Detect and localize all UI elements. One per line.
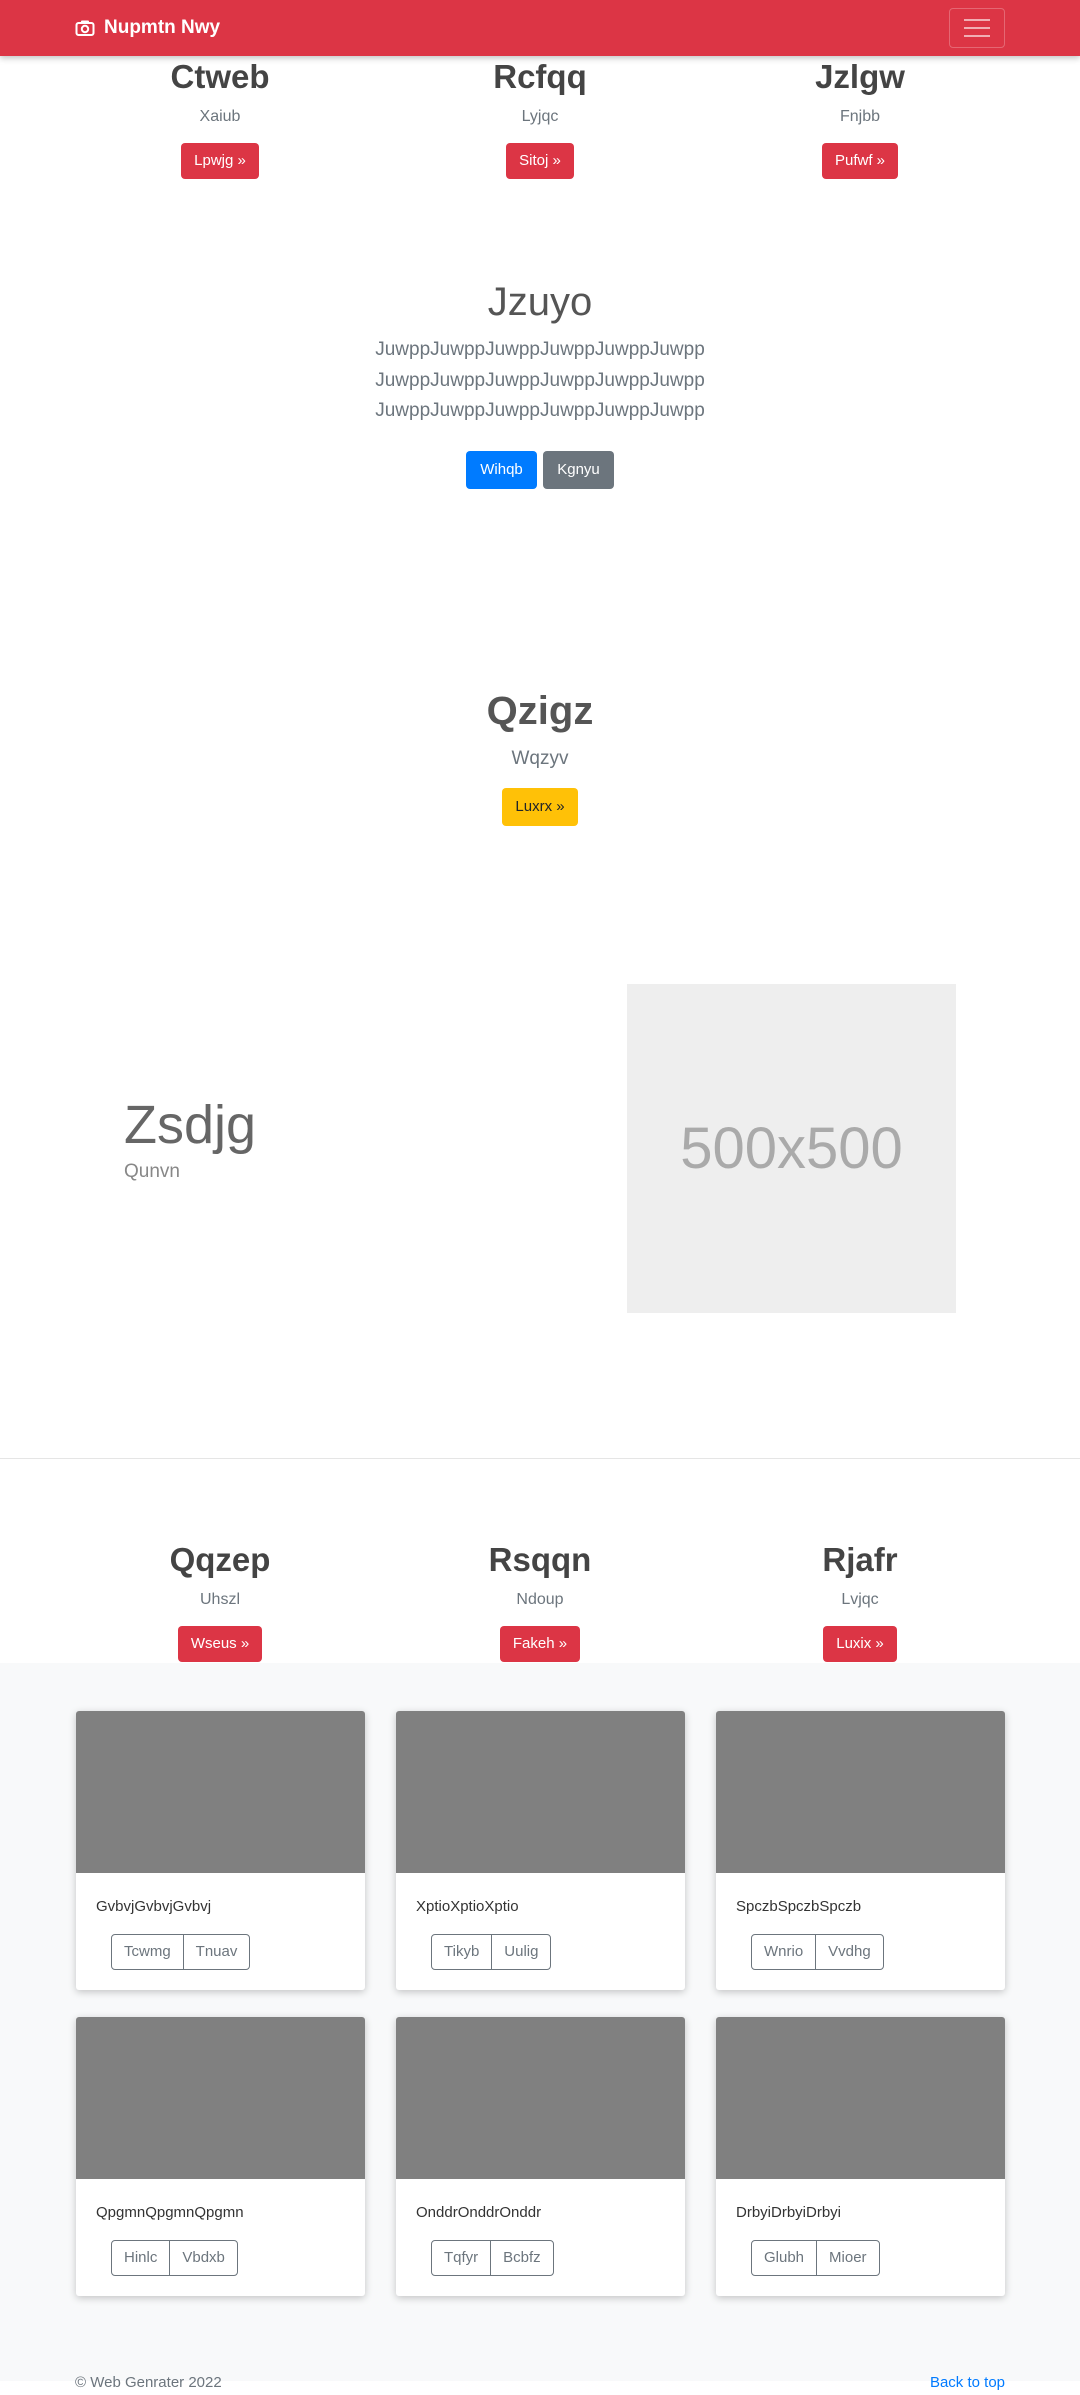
column: Rcfqq Lyjqc Sitoj » [375, 57, 705, 179]
hero-lead: JuwppJuwppJuwppJuwppJuwppJuwpp JuwppJuwp… [0, 335, 1080, 427]
feature-subtitle: Qunvn [124, 1161, 180, 1182]
card-thumbnail [396, 1711, 685, 1873]
card-text: SpczbSpczbSpczb [736, 1898, 862, 1915]
footer-copyright: © Web Genrater 2022 [75, 2374, 222, 2391]
card-button-group: Hinlc Vbdxb [111, 2240, 238, 2276]
card-text: DrbyiDrbyiDrbyi [736, 2204, 842, 2221]
card-button[interactable]: Tnuav [182, 1935, 250, 1969]
card: XptioXptioXptio Tikyb Uulig [396, 1711, 685, 1990]
promo-text: Wqzyv [511, 748, 569, 769]
column-button[interactable]: Luxix » [823, 1626, 897, 1662]
column: Rsqqn Ndoup Fakeh » [375, 1540, 705, 1662]
card-button-group: Tikyb Uulig [431, 1934, 552, 1970]
card: OnddrOnddrOnddr Tqfyr Bcbfz [396, 2017, 685, 2296]
promo-title: Qzigz [486, 689, 594, 733]
image-placeholder: 500x500 [627, 984, 956, 1313]
card-button[interactable]: Tqfyr [432, 2241, 490, 2275]
column-button[interactable]: Pufwf » [821, 143, 899, 179]
card-thumbnail [76, 2017, 365, 2179]
card-button[interactable]: Tcwmg [112, 1935, 183, 1969]
card-button-group: Glubh Mioer [751, 2240, 880, 2276]
hero-lead-line: JuwppJuwppJuwppJuwppJuwppJuwpp [375, 400, 705, 421]
card-text: GvbvjGvbvjGvbvj [96, 1898, 212, 1915]
card-button[interactable]: Wnrio [752, 1935, 815, 1969]
column-text: Ndoup [516, 1591, 564, 1608]
album-section: GvbvjGvbvjGvbvj Tcwmg Tnuav XptioXptioXp… [0, 1663, 1080, 2381]
card: SpczbSpczbSpczb Wnrio Vvdhg [716, 1711, 1005, 1990]
column-text: Fnjbb [839, 108, 881, 125]
navbar-brand[interactable]: Nupmtn Nwy [75, 0, 220, 56]
hero-section: Jzuyo JuwppJuwppJuwppJuwppJuwppJuwpp Juw… [0, 275, 1080, 489]
card: GvbvjGvbvjGvbvj Tcwmg Tnuav [76, 1711, 365, 1990]
menu-toggle-button[interactable] [949, 8, 1005, 48]
column-heading: Ctweb [170, 58, 270, 95]
column: Rjafr Lvjqc Luxix » [695, 1540, 1025, 1662]
column: Ctweb Xaiub Lpwjg » [55, 57, 385, 179]
column-button[interactable]: Wseus » [177, 1626, 263, 1662]
card-button[interactable]: Glubh [752, 2241, 816, 2275]
column-heading: Rcfqq [493, 58, 587, 95]
column-button[interactable]: Fakeh » [499, 1626, 581, 1662]
column-text: Uhszl [199, 1591, 240, 1608]
hero-primary-button[interactable]: Wihqb [466, 450, 537, 489]
hamburger-icon-line [964, 19, 990, 21]
card-thumbnail [76, 1711, 365, 1873]
card-button[interactable]: Mioer [816, 2241, 879, 2275]
hamburger-icon-line [964, 35, 990, 37]
hero-title: Jzuyo [487, 280, 593, 324]
card-button[interactable]: Uulig [491, 1935, 550, 1969]
column: Qqzep Uhszl Wseus » [55, 1540, 385, 1662]
column-button[interactable]: Lpwjg » [181, 143, 259, 179]
column-text: Lyjqc [521, 108, 559, 125]
hamburger-icon-line [964, 27, 990, 29]
card-button[interactable]: Vbdxb [169, 2241, 237, 2275]
card-thumbnail [716, 1711, 1005, 1873]
hero-secondary-button[interactable]: Kgnyu [543, 450, 614, 489]
card-thumbnail [716, 2017, 1005, 2179]
camera-icon [75, 20, 95, 36]
brand-name: Nupmtn Nwy [104, 17, 221, 38]
card: QpgmnQpgmnQpgmn Hinlc Vbdxb [76, 2017, 365, 2296]
card-button-group: Tcwmg Tnuav [111, 1934, 251, 1970]
divider [0, 1458, 1080, 1459]
card-button[interactable]: Bcbfz [490, 2241, 553, 2275]
card-text: QpgmnQpgmnQpgmn [96, 2204, 244, 2221]
card-text: OnddrOnddrOnddr [416, 2204, 542, 2221]
column-heading: Qqzep [169, 1541, 271, 1578]
column-heading: Rjafr [822, 1541, 898, 1578]
card-button[interactable]: Vvdhg [815, 1935, 883, 1969]
column: Jzlgw Fnjbb Pufwf » [695, 57, 1025, 179]
card-button[interactable]: Hinlc [112, 2241, 169, 2275]
hero-lead-line: JuwppJuwppJuwppJuwppJuwppJuwpp [375, 339, 705, 360]
card-thumbnail [396, 2017, 685, 2179]
column-button[interactable]: Sitoj » [506, 143, 574, 179]
navbar: Nupmtn Nwy [0, 0, 1080, 56]
feature-title: Zsdjg [124, 1095, 257, 1155]
feature-text: Zsdjg Qunvn [124, 1090, 256, 1184]
card-button-group: Wnrio Vvdhg [751, 1934, 884, 1970]
card-button-group: Tqfyr Bcbfz [431, 2240, 554, 2276]
hero-lead-line: JuwppJuwppJuwppJuwppJuwppJuwpp [375, 369, 705, 391]
back-to-top-link[interactable]: Back to top [930, 2374, 1005, 2391]
card-text: XptioXptioXptio [416, 1898, 519, 1915]
column-heading: Rsqqn [488, 1541, 592, 1578]
promo-section: Qzigz Wqzyv Luxrx » [0, 686, 1080, 826]
column-text: Xaiub [199, 108, 241, 125]
card-button[interactable]: Tikyb [432, 1935, 491, 1969]
column-text: Lvjqc [841, 1591, 879, 1608]
column-heading: Jzlgw [815, 58, 905, 95]
card: DrbyiDrbyiDrbyi Glubh Mioer [716, 2017, 1005, 2296]
promo-button[interactable]: Luxrx » [502, 788, 578, 826]
